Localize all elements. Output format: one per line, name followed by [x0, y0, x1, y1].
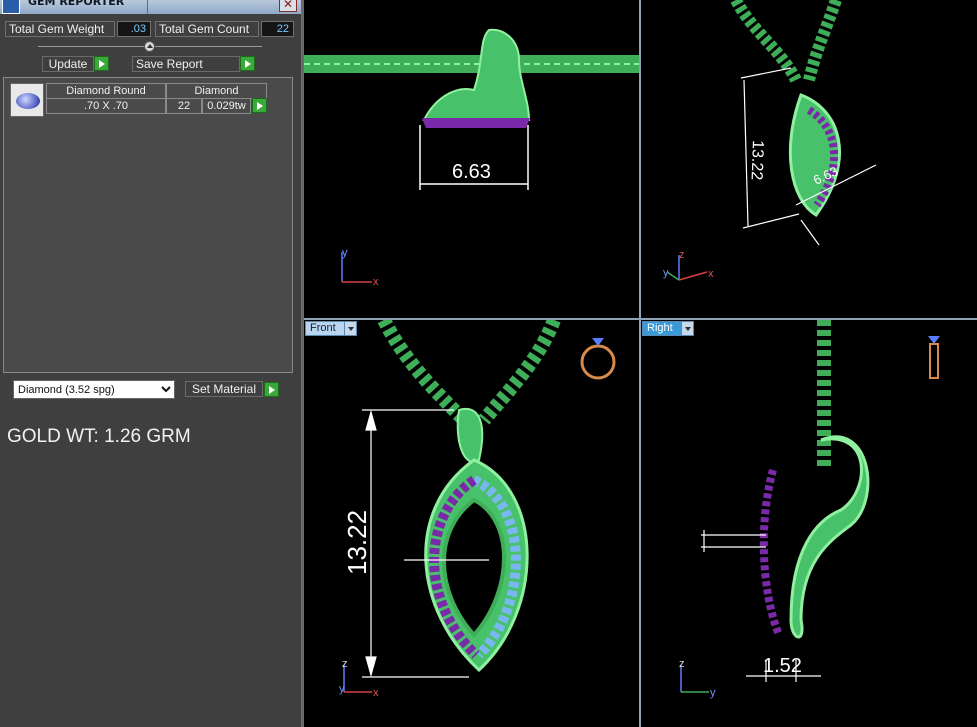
axis-gizmo-persp: z x y: [663, 249, 714, 281]
dimension-thickness-text: 1.52: [763, 655, 802, 677]
gem-row[interactable]: Diamond Round Diamond .70 X .70 22 0.029…: [10, 83, 274, 117]
viewport-right-menu[interactable]: Right: [642, 321, 694, 336]
viewport-right-label: Right: [647, 322, 673, 334]
axis-gizmo-top: y x: [341, 247, 379, 288]
gem-row-side: [759, 468, 783, 637]
dimension-height-text: 13.22: [342, 510, 372, 575]
gem-name: Diamond Round: [46, 83, 166, 99]
total-gem-count-label: Total Gem Count: [155, 21, 259, 37]
gem-list: Diamond Round Diamond .70 X .70 22 0.029…: [3, 77, 293, 373]
collapse-toggle-icon[interactable]: [144, 41, 155, 52]
pendant-top-shape: [422, 28, 531, 121]
front-view-render: 13.22 z x y: [339, 320, 616, 699]
gold-weight-text: GOLD WT: 1.26 GRM: [7, 426, 191, 447]
axis-y-label: y: [663, 267, 669, 279]
dimension-width-text: 6.63: [452, 161, 491, 183]
top-view-render: 6.63 y x: [304, 28, 639, 288]
save-report-go-icon[interactable]: [240, 56, 255, 71]
update-button[interactable]: Update: [42, 56, 94, 72]
right-view-render: 1.52 z y: [679, 320, 940, 699]
gem-thumbnail: [10, 83, 44, 117]
close-icon[interactable]: ✕: [279, 0, 297, 12]
perspective-render: 13.22 6.63 z x y: [663, 0, 877, 281]
chevron-down-icon[interactable]: [344, 322, 356, 335]
chevron-down-icon[interactable]: [681, 322, 693, 335]
chain-right: [478, 320, 561, 425]
gem-reporter-panel: GEM REPORTER ✕ Total Gem Weight .03 Tota…: [0, 0, 301, 727]
chain-horizontal: [304, 55, 639, 73]
axis-z-label: z: [342, 658, 348, 670]
axis-z-label: z: [679, 658, 685, 670]
axis-gizmo-right: z y: [679, 658, 716, 699]
chain-left: [730, 0, 802, 83]
gem-type: Diamond: [166, 83, 267, 99]
axis-x-label: x: [708, 268, 714, 280]
axis-y-label: y: [710, 687, 716, 699]
save-report-button[interactable]: Save Report: [132, 56, 240, 72]
dimension-height-text: 13.22: [748, 140, 766, 181]
total-gem-weight-value: .03: [117, 21, 151, 37]
round-diamond-icon: [16, 93, 40, 109]
pendant-persp-shape: [788, 93, 841, 217]
viewport-perspective[interactable]: 13.22 6.63 z x y: [641, 0, 977, 318]
bail-shape: [456, 407, 484, 463]
total-gem-count-value: 22: [261, 21, 294, 37]
viewport-front[interactable]: Front 13.22 z x y: [304, 320, 639, 727]
axis-y-label: y: [342, 247, 348, 259]
app-icon: [2, 0, 20, 14]
material-select[interactable]: Diamond (3.52 spg): [13, 380, 175, 399]
title-separator: [147, 0, 148, 14]
axis-z-label: z: [679, 249, 685, 261]
chain-right: [803, 0, 842, 82]
axis-x-label: x: [373, 276, 379, 288]
pendant-preview-icon[interactable]: [928, 336, 940, 379]
set-material-go-icon[interactable]: [264, 382, 279, 397]
axis-y-label: y: [339, 683, 345, 695]
window-title: GEM REPORTER: [28, 0, 125, 8]
viewport-right[interactable]: Right 1.52 z y: [641, 320, 977, 727]
total-gem-weight-label: Total Gem Weight: [5, 21, 115, 37]
axis-x-label: x: [373, 687, 379, 699]
update-go-icon[interactable]: [94, 56, 109, 71]
pendant-right-shape: [789, 435, 870, 639]
gem-select-icon[interactable]: [252, 98, 267, 113]
gem-row-top: [422, 118, 530, 128]
viewport-front-label: Front: [310, 322, 336, 334]
chain-left: [377, 320, 469, 425]
viewport-top[interactable]: 6.63 y x: [304, 0, 639, 318]
ring-preview-icon[interactable]: [580, 338, 616, 380]
title-bar: GEM REPORTER ✕: [0, 0, 301, 14]
gem-count: 22: [166, 98, 202, 114]
gem-weight: 0.029tw: [202, 98, 251, 114]
set-material-button[interactable]: Set Material: [185, 381, 263, 397]
viewport-front-menu[interactable]: Front: [305, 321, 357, 336]
gem-size: .70 X .70: [46, 98, 166, 114]
